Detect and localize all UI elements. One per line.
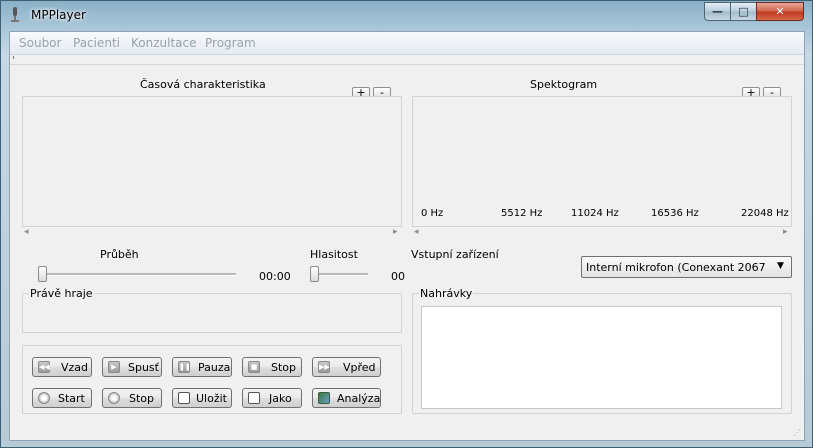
freq-label: 22048 Hz	[741, 208, 789, 219]
rewind-icon: ◀◀	[38, 361, 50, 373]
save-as-button[interactable]: Jako	[242, 388, 302, 408]
start-recording-button[interactable]: Start	[32, 388, 92, 408]
minimize-button[interactable]: —	[704, 2, 731, 21]
stop-playback-label: Stop	[271, 361, 297, 374]
scroll-right-icon[interactable]: ▸	[393, 227, 398, 237]
spectrogram-plot-area: 0 Hz 5512 Hz 11024 Hz 16536 Hz 22048 Hz	[412, 96, 792, 227]
time-panel-title: Časová charakteristika	[140, 78, 266, 91]
toolbar-grip[interactable]	[13, 56, 14, 59]
save-label: Uložit	[196, 392, 227, 405]
volume-label: Hlasitost	[310, 248, 358, 261]
start-recording-label: Start	[58, 392, 85, 405]
time-scrollbar[interactable]: ◂ ▸	[22, 227, 402, 239]
play-button[interactable]: ▶ Spusť	[102, 357, 162, 377]
record-stop-icon	[108, 392, 120, 404]
menu-bar: Soubor Pacienti Konzultace Program	[10, 32, 804, 55]
analyze-icon	[318, 392, 330, 404]
save-button[interactable]: Uložit	[172, 388, 232, 408]
main-window-client: Soubor Pacienti Konzultace Program Časov…	[9, 31, 805, 441]
resize-grip-icon[interactable]: ⋰	[793, 428, 801, 437]
save-icon	[178, 392, 190, 404]
freq-label: 16536 Hz	[651, 208, 699, 219]
app-icon	[11, 7, 19, 22]
record-icon	[38, 392, 50, 404]
stop-playback-button[interactable]: ■ Stop	[242, 357, 302, 377]
recordings-label: Nahrávky	[419, 287, 474, 300]
forward-label: Vpřed	[343, 361, 376, 374]
analyze-button[interactable]: Analýza	[312, 388, 381, 408]
back-button[interactable]: ◀◀ Vzad	[32, 357, 92, 377]
progress-slider-groove[interactable]	[38, 273, 236, 276]
pause-icon: ❚❚	[178, 361, 191, 373]
chevron-down-icon: ▼	[777, 261, 784, 271]
scroll-left-icon[interactable]: ◂	[414, 227, 419, 237]
pause-label: Pauza	[198, 361, 231, 374]
input-device-label: Vstupní zařízení	[411, 248, 499, 261]
scroll-left-icon[interactable]: ◂	[24, 227, 29, 237]
volume-slider-handle[interactable]	[310, 266, 319, 282]
now-playing-label: Právě hraje	[29, 287, 94, 300]
stop-recording-button[interactable]: Stop	[102, 388, 162, 408]
progress-slider-handle[interactable]	[38, 266, 47, 282]
save-as-label: Jako	[269, 392, 292, 405]
title-bar[interactable]: MPPlayer — □ ✕	[1, 1, 813, 31]
fast-forward-icon: ▶▶	[318, 361, 330, 373]
progress-time: 00:00	[259, 270, 291, 283]
window-title: MPPlayer	[31, 8, 86, 22]
menu-pacienti[interactable]: Pacienti	[73, 36, 120, 50]
stop-icon: ■	[248, 361, 260, 373]
forward-button[interactable]: ▶▶ Vpřed	[312, 357, 381, 377]
volume-value: 00	[391, 270, 405, 283]
scroll-right-icon[interactable]: ▸	[783, 227, 788, 237]
spectrogram-title: Spektogram	[530, 78, 598, 91]
window-frame: MPPlayer — □ ✕ Soubor Pacienti Konzultac…	[0, 0, 813, 448]
back-label: Vzad	[61, 361, 89, 374]
toolbar-area	[10, 54, 804, 65]
recordings-list[interactable]	[421, 306, 782, 409]
input-device-value: Interní mikrofon (Conexant 2067	[586, 261, 766, 274]
close-button[interactable]: ✕	[756, 2, 804, 21]
maximize-button[interactable]: □	[730, 2, 757, 21]
progress-label: Průběh	[100, 248, 139, 261]
menu-soubor[interactable]: Soubor	[19, 36, 61, 50]
menu-konzultace[interactable]: Konzultace	[131, 36, 197, 50]
pause-button[interactable]: ❚❚ Pauza	[172, 357, 232, 377]
save-as-icon	[248, 392, 260, 404]
play-icon: ▶	[108, 361, 120, 373]
freq-label: 5512 Hz	[501, 208, 543, 219]
freq-label: 0 Hz	[421, 208, 444, 219]
freq-label: 11024 Hz	[571, 208, 619, 219]
menu-program[interactable]: Program	[205, 36, 256, 50]
input-device-select[interactable]: Interní mikrofon (Conexant 2067 ▼	[581, 256, 792, 278]
time-plot-area	[22, 96, 402, 227]
spectrogram-scrollbar[interactable]: ◂ ▸	[412, 227, 792, 239]
stop-recording-label: Stop	[129, 392, 155, 405]
analyze-label: Analýza	[337, 392, 381, 405]
play-label: Spusť	[128, 361, 159, 374]
